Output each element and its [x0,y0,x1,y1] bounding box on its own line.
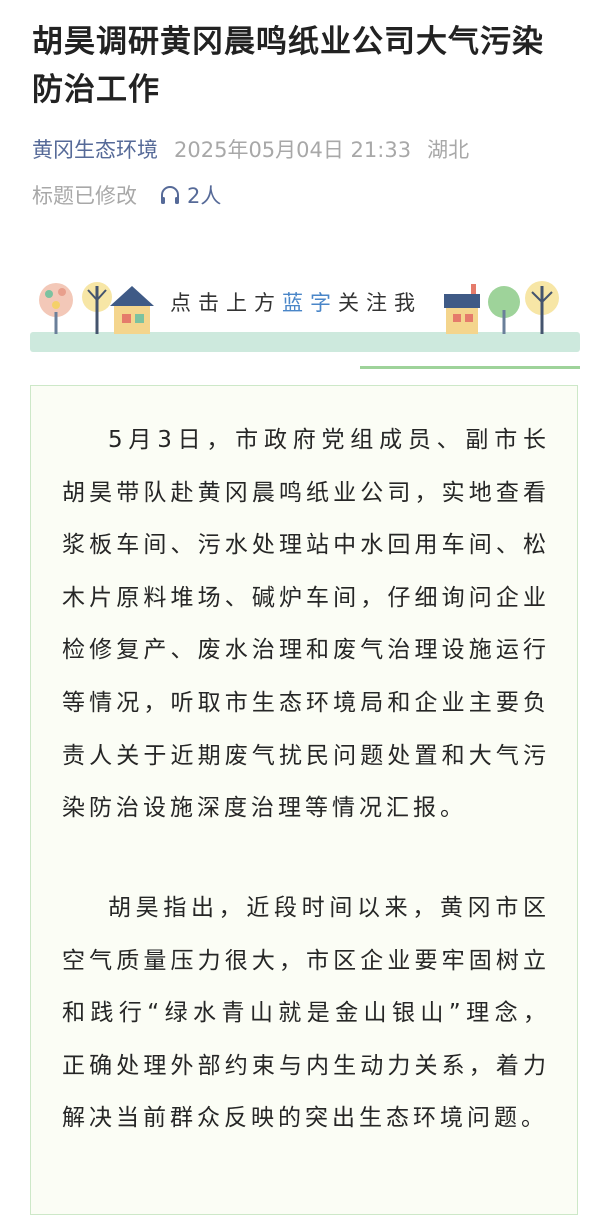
follow-prompt-suffix: 关注我 [338,291,422,315]
publish-time: 2025年05月04日 21:33 [174,138,412,162]
headphones-icon [161,186,179,204]
body-paragraph-1: 5月3日，市政府党组成员、副市长胡昊带队赴黄冈晨鸣纸业公司，实地查看浆板车间、污… [62,427,550,822]
article-meta-secondary: 标题已修改 2人 [32,180,221,210]
listen-button[interactable]: 2人 [159,180,221,210]
listener-count: 2人 [187,184,222,208]
edited-note: 标题已修改 [32,184,137,208]
publish-location: 湖北 [427,138,470,162]
tree-icon [39,283,73,317]
account-name-link[interactable]: 黄冈生态环境 [32,138,158,162]
article-title: 胡昊调研黄冈晨鸣纸业公司大气污染防治工作 [32,24,544,108]
body-paragraph-2: 胡昊指出，近段时间以来，黄冈市区空气质量压力很大，市区企业要牢固树立和践行“绿水… [62,895,550,1132]
house-icon [110,286,154,334]
divider [360,366,580,369]
follow-prompt-prefix: 点击上方 [170,291,282,315]
house-icon [444,284,480,334]
follow-prompt: 点击上方蓝字关注我 [170,287,422,317]
follow-prompt-highlight: 蓝字 [282,291,338,315]
article-meta: 黄冈生态环境 2025年05月04日 21:33 湖北 [32,134,592,164]
